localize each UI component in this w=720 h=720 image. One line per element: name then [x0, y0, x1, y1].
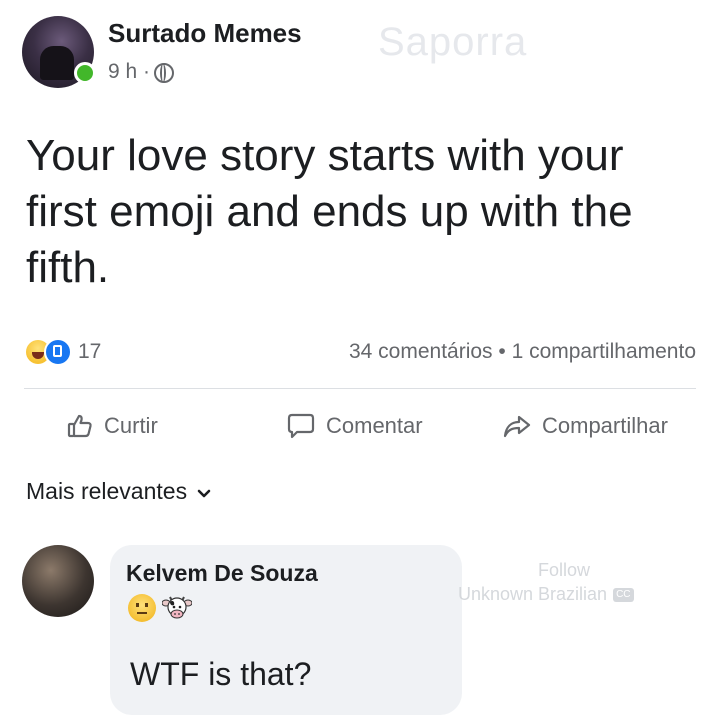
brand-watermark: Unknown Brazilian CC: [458, 584, 634, 605]
comment-label: Comentar: [326, 413, 423, 438]
online-status-dot: [74, 62, 96, 84]
reaction-count: 17: [78, 340, 102, 363]
globe-icon: [154, 63, 175, 83]
share-arrow-icon: [502, 412, 532, 440]
neutral-face-emoji: [128, 594, 156, 622]
reactions-summary[interactable]: 17: [26, 338, 101, 366]
like-label: Curtir: [104, 413, 158, 438]
speech-bubble-icon: [286, 412, 316, 440]
comments-shares-stats[interactable]: 34 comentários • 1 compartilhamento: [349, 340, 696, 364]
page-name[interactable]: Surtado Memes: [108, 18, 302, 49]
share-label: Compartilhar: [542, 413, 668, 438]
brand-watermark-text: Unknown Brazilian: [458, 584, 608, 604]
post-time-text: 9 h ·: [108, 60, 151, 83]
comment-emojis: [128, 594, 193, 622]
like-reaction-icon: [44, 338, 72, 366]
commenter-avatar[interactable]: [22, 545, 94, 617]
cow-emoji: [161, 594, 193, 622]
chevron-down-icon: [197, 478, 211, 505]
cc-badge: CC: [613, 587, 634, 602]
comment-sort-dropdown[interactable]: Mais relevantes: [26, 478, 211, 505]
sort-label: Mais relevantes: [26, 478, 188, 504]
follow-watermark: Follow: [538, 560, 591, 580]
comment-author[interactable]: Kelvem De Souza: [126, 560, 318, 587]
divider: [24, 388, 696, 389]
comment-button[interactable]: Comentar: [286, 412, 423, 440]
share-button[interactable]: Compartilhar: [502, 412, 668, 440]
watermark-text: Saporra: [378, 20, 528, 64]
post-timestamp[interactable]: 9 h ·: [108, 60, 175, 84]
post-text: Your love story starts with your first e…: [26, 131, 633, 292]
thumbs-up-icon: [66, 412, 94, 440]
like-button[interactable]: Curtir: [66, 412, 158, 440]
comment-text: WTF is that?: [130, 656, 312, 692]
